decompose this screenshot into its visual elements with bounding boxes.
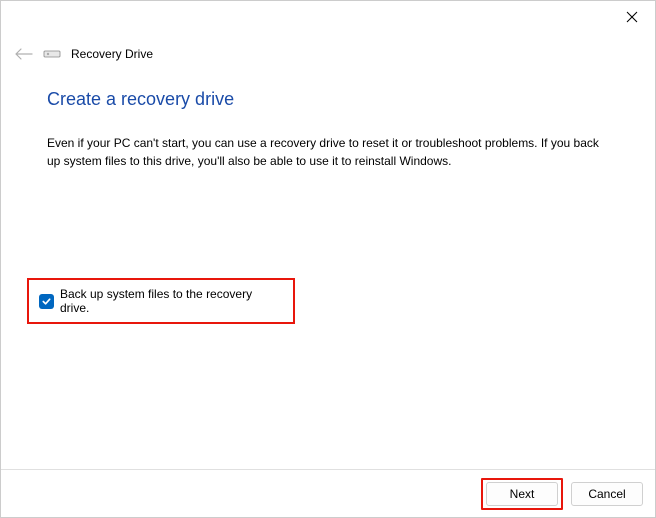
- description-text: Even if your PC can't start, you can use…: [47, 134, 609, 170]
- back-arrow-icon[interactable]: [15, 48, 33, 60]
- page-heading: Create a recovery drive: [47, 89, 609, 110]
- checkbox-highlight-box: Back up system files to the recovery dri…: [27, 278, 295, 324]
- window-title: Recovery Drive: [71, 47, 153, 61]
- recovery-drive-icon: [43, 48, 61, 60]
- close-button[interactable]: [609, 1, 655, 33]
- cancel-button[interactable]: Cancel: [571, 482, 643, 506]
- backup-checkbox[interactable]: [39, 294, 54, 309]
- next-button[interactable]: Next: [486, 482, 558, 506]
- next-button-highlight: Next: [481, 478, 563, 510]
- backup-checkbox-label: Back up system files to the recovery dri…: [60, 287, 283, 315]
- dialog-footer: Next Cancel: [1, 469, 655, 517]
